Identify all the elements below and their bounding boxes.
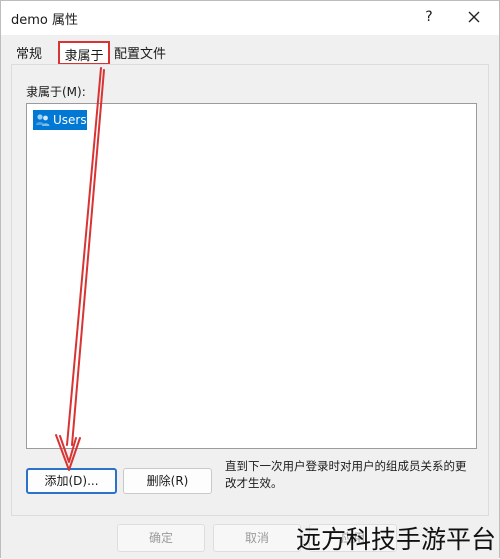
list-item[interactable]: Users: [33, 110, 87, 130]
close-button[interactable]: [456, 5, 492, 29]
window-title: demo 属性: [11, 13, 78, 28]
properties-dialog: demo 属性 ? 常规 配置文件 隶属于 隶属于(M): Users 添加(D…: [0, 0, 500, 559]
ok-button[interactable]: 确定: [117, 524, 205, 552]
tab-general[interactable]: 常规: [16, 43, 42, 62]
watermark-text: 远方科技手游平台: [296, 525, 497, 554]
member-of-label: 隶属于(M):: [26, 85, 86, 99]
member-of-panel: 隶属于(M): Users 添加(D)... 删除(R) 直到下一次用户登录时对…: [11, 64, 489, 516]
groups-listbox[interactable]: Users: [26, 103, 477, 449]
tab-member-of[interactable]: 隶属于: [58, 41, 110, 65]
note-text: 直到下一次用户登录时对用户的组成员关系的更改才生效。: [225, 459, 467, 490]
title-bar: demo 属性 ?: [1, 1, 499, 35]
help-button[interactable]: ?: [413, 5, 445, 29]
tab-profile[interactable]: 配置文件: [114, 43, 166, 62]
close-icon: [468, 11, 480, 23]
users-group-icon: [36, 114, 50, 126]
add-button[interactable]: 添加(D)...: [26, 468, 117, 494]
cancel-button[interactable]: 取消: [213, 524, 301, 552]
list-item-label: Users: [53, 113, 87, 127]
remove-button[interactable]: 删除(R): [123, 468, 212, 494]
tab-member-of-label: 隶属于: [64, 49, 104, 64]
